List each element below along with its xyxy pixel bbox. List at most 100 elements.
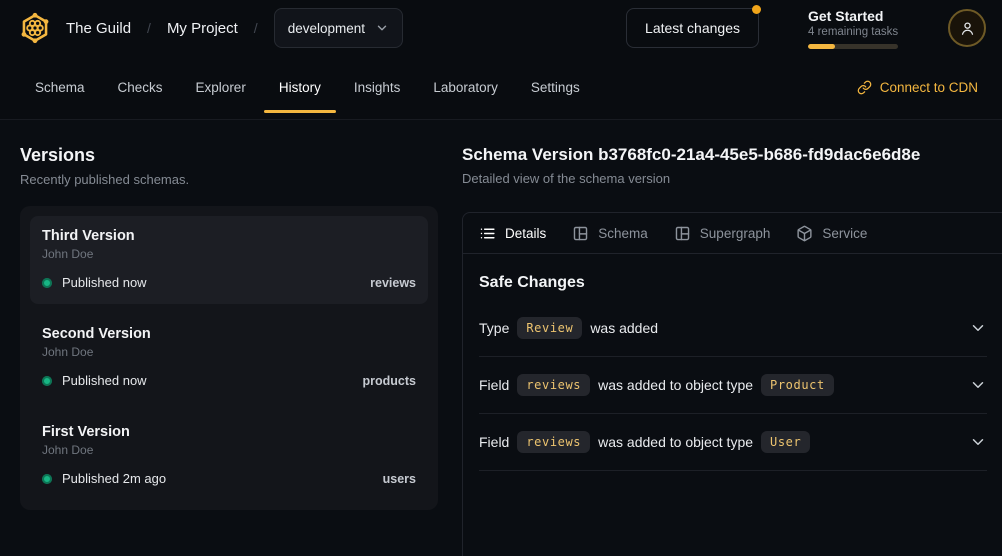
nav-tabs: Schema Checks Explorer History Insights Labor… bbox=[20, 56, 595, 119]
chevron-down-icon[interactable] bbox=[969, 319, 987, 337]
nav-tab-checks[interactable]: Checks bbox=[103, 56, 178, 119]
breadcrumb-project[interactable]: My Project bbox=[167, 20, 238, 37]
get-started-widget[interactable]: Get Started 4 remaining tasks bbox=[808, 8, 898, 49]
nav-tab-insights[interactable]: Insights bbox=[339, 56, 416, 119]
change-code-badge: reviews bbox=[517, 374, 590, 396]
version-status: Published 2m ago bbox=[62, 471, 166, 486]
detail-tab-label: Details bbox=[505, 226, 546, 241]
schema-change-row[interactable]: Field reviews was added to object type P… bbox=[479, 357, 987, 414]
chevron-down-icon[interactable] bbox=[969, 376, 987, 394]
versions-panel: Versions Recently published schemas. Thi… bbox=[0, 120, 462, 556]
breadcrumb-separator: / bbox=[254, 20, 258, 36]
detail-tab-label: Schema bbox=[598, 226, 648, 241]
version-meta: Published now reviews bbox=[42, 275, 416, 290]
version-author: John Doe bbox=[42, 443, 416, 457]
schema-version-detail: Schema Version b3768fc0-21a4-45e5-b686-f… bbox=[462, 120, 1002, 556]
version-name: Second Version bbox=[42, 326, 416, 342]
nav-tab-label: History bbox=[279, 80, 321, 95]
get-started-progress-fill bbox=[808, 44, 835, 49]
breadcrumb-org[interactable]: The Guild bbox=[66, 20, 131, 37]
detail-tab-service[interactable]: Service bbox=[796, 225, 867, 242]
nav-tab-label: Checks bbox=[118, 80, 163, 95]
change-description: was added to object type bbox=[598, 434, 753, 450]
nav-tab-label: Laboratory bbox=[433, 80, 498, 95]
version-meta: Published 2m ago users bbox=[42, 471, 416, 486]
change-code-badge: User bbox=[761, 431, 810, 453]
version-list: Third Version John Doe Published now rev… bbox=[20, 206, 438, 510]
version-service-name: reviews bbox=[370, 276, 416, 290]
latest-changes-label: Latest changes bbox=[645, 20, 740, 36]
change-code-badge: reviews bbox=[517, 431, 590, 453]
version-status: Published now bbox=[62, 275, 147, 290]
detail-tab-label: Supergraph bbox=[700, 226, 771, 241]
box-icon bbox=[796, 225, 813, 242]
nav-tab-explorer[interactable]: Explorer bbox=[181, 56, 261, 119]
version-status: Published now bbox=[62, 373, 147, 388]
target-selector-dropdown[interactable]: development bbox=[274, 8, 403, 48]
nav-tab-schema[interactable]: Schema bbox=[20, 56, 100, 119]
list-icon bbox=[479, 225, 496, 242]
version-list-item[interactable]: First Version John Doe Published 2m ago … bbox=[30, 412, 428, 500]
change-description: was added bbox=[590, 320, 658, 336]
detail-tab-supergraph[interactable]: Supergraph bbox=[674, 225, 771, 242]
user-icon bbox=[959, 20, 976, 37]
nav-tab-label: Explorer bbox=[196, 80, 246, 95]
change-description: was added to object type bbox=[598, 377, 753, 393]
nav-tab-history[interactable]: History bbox=[264, 56, 336, 119]
change-prefix: Field bbox=[479, 434, 509, 450]
main-nav: Schema Checks Explorer History Insights Labor… bbox=[0, 56, 1002, 120]
detail-tab-label: Service bbox=[822, 226, 867, 241]
connect-to-cdn-label: Connect to CDN bbox=[880, 80, 978, 95]
published-status-dot bbox=[42, 376, 52, 386]
nav-tab-label: Settings bbox=[531, 80, 580, 95]
version-service-name: users bbox=[383, 472, 416, 486]
version-list-item[interactable]: Third Version John Doe Published now rev… bbox=[30, 216, 428, 304]
panels-icon bbox=[572, 225, 589, 242]
version-name: First Version bbox=[42, 424, 416, 440]
schema-change-row[interactable]: Field reviews was added to object type U… bbox=[479, 414, 987, 471]
notification-dot bbox=[752, 5, 761, 14]
version-author: John Doe bbox=[42, 345, 416, 359]
change-code-badge: Product bbox=[761, 374, 834, 396]
chevron-down-icon[interactable] bbox=[969, 433, 987, 451]
hive-logo-icon[interactable] bbox=[18, 11, 52, 45]
version-list-item[interactable]: Second Version John Doe Published now pr… bbox=[30, 314, 428, 402]
version-author: John Doe bbox=[42, 247, 416, 261]
published-status-dot bbox=[42, 474, 52, 484]
schema-change-row[interactable]: Type Review was added bbox=[479, 300, 987, 357]
schema-version-subtitle: Detailed view of the schema version bbox=[462, 171, 1002, 186]
link-icon bbox=[857, 80, 872, 95]
connect-to-cdn-link[interactable]: Connect to CDN bbox=[857, 80, 978, 95]
app-header: The Guild / My Project / development Lat… bbox=[0, 0, 1002, 56]
published-status-dot bbox=[42, 278, 52, 288]
latest-changes-button[interactable]: Latest changes bbox=[626, 8, 759, 48]
schema-version-box: Details Schema Supergraph Service Safe Chan… bbox=[462, 212, 1002, 556]
nav-tab-label: Insights bbox=[354, 80, 401, 95]
detail-content: Safe Changes Type Review was added Field… bbox=[463, 274, 1002, 471]
get-started-title: Get Started bbox=[808, 8, 898, 24]
detail-tab-schema[interactable]: Schema bbox=[572, 225, 648, 242]
chevron-down-icon bbox=[375, 21, 389, 35]
get-started-progressbar bbox=[808, 44, 898, 49]
schema-version-title: Schema Version b3768fc0-21a4-45e5-b686-f… bbox=[462, 145, 1002, 165]
nav-tab-settings[interactable]: Settings bbox=[516, 56, 595, 119]
version-name: Third Version bbox=[42, 228, 416, 244]
detail-tabs: Details Schema Supergraph Service bbox=[463, 213, 1002, 254]
panels-icon bbox=[674, 225, 691, 242]
target-selector-value: development bbox=[288, 21, 365, 36]
nav-tab-laboratory[interactable]: Laboratory bbox=[418, 56, 513, 119]
versions-subtitle: Recently published schemas. bbox=[20, 172, 438, 187]
breadcrumb: The Guild / My Project / development bbox=[66, 8, 403, 48]
nav-tab-label: Schema bbox=[35, 80, 85, 95]
change-prefix: Type bbox=[479, 320, 509, 336]
version-meta: Published now products bbox=[42, 373, 416, 388]
versions-title: Versions bbox=[20, 145, 438, 166]
version-service-name: products bbox=[363, 374, 416, 388]
detail-tab-details[interactable]: Details bbox=[479, 225, 546, 242]
change-prefix: Field bbox=[479, 377, 509, 393]
change-code-badge: Review bbox=[517, 317, 582, 339]
get-started-subtitle: 4 remaining tasks bbox=[808, 26, 898, 38]
safe-changes-heading: Safe Changes bbox=[479, 274, 987, 292]
avatar[interactable] bbox=[948, 9, 986, 47]
breadcrumb-separator: / bbox=[147, 20, 151, 36]
